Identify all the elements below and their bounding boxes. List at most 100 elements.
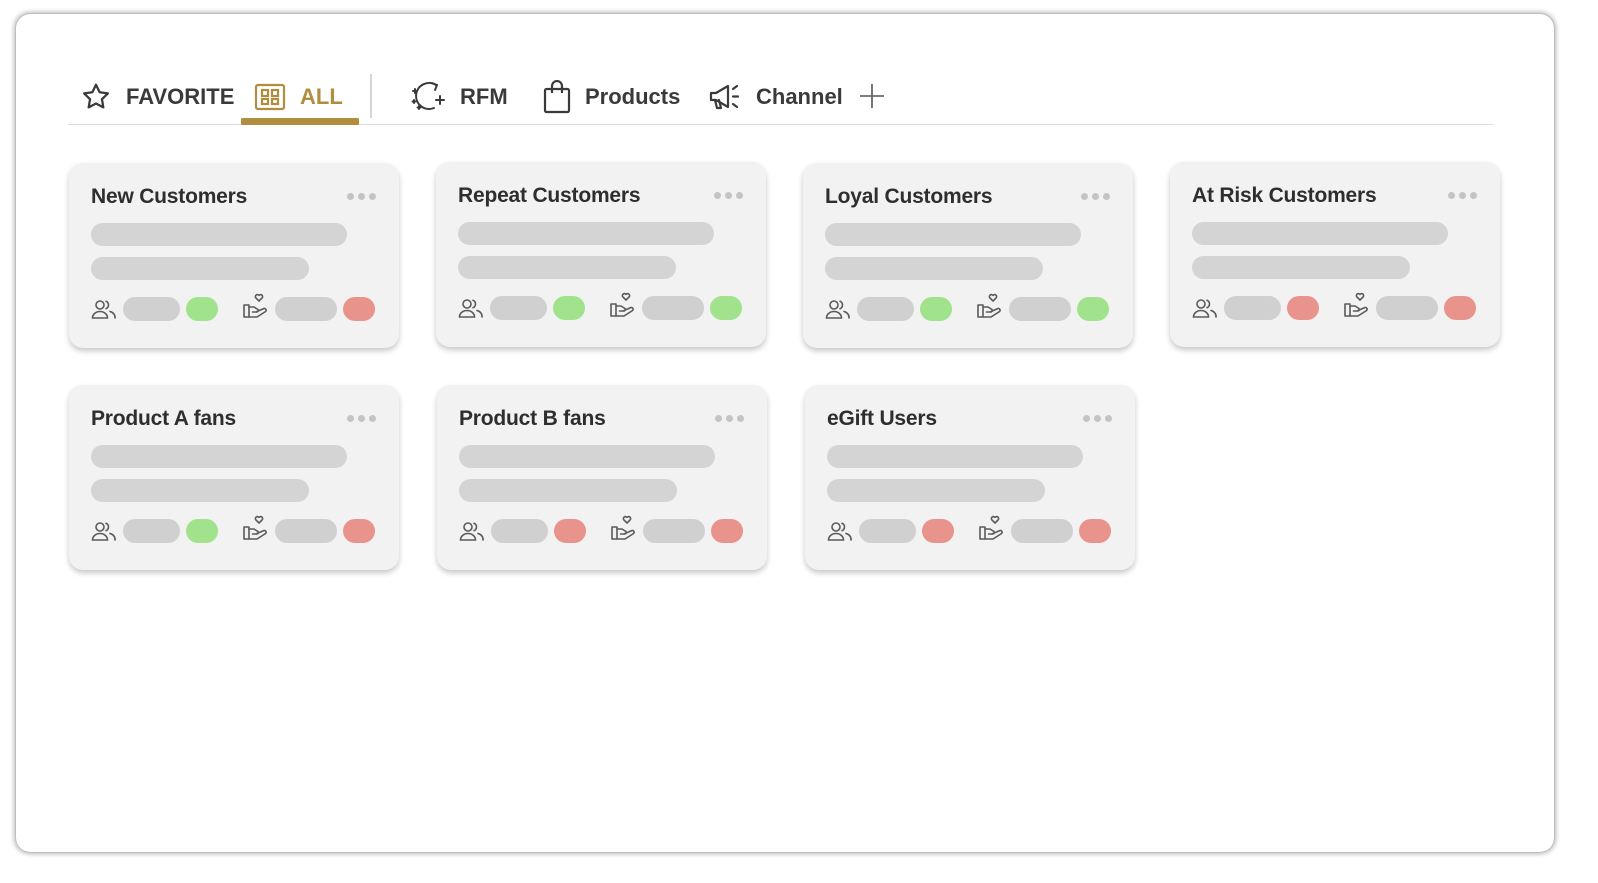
tab-label: FAVORITE: [126, 84, 235, 109]
status-indicator: [1287, 296, 1319, 320]
stat-value-placeholder: [1376, 296, 1438, 320]
status-indicator: [920, 297, 952, 321]
card-stats: [827, 515, 1117, 547]
stat-value-placeholder: [275, 519, 337, 543]
plus-icon: [858, 84, 886, 114]
card-stats: [91, 293, 381, 325]
card-stats: [825, 293, 1115, 325]
hand-heart-icon: [978, 514, 1006, 547]
card-stats: [1192, 292, 1482, 321]
skeleton-line: [458, 256, 676, 279]
sparkle-refresh-icon: [410, 80, 446, 114]
status-indicator: [554, 519, 586, 543]
skeleton-line: [825, 223, 1081, 246]
add-tab-button[interactable]: [858, 82, 886, 115]
star-icon: [80, 81, 112, 113]
stat-value-placeholder: [1224, 296, 1281, 320]
stat-value-placeholder: [1009, 297, 1071, 321]
segment-card[interactable]: New Customers: [69, 163, 399, 348]
card-title: Product A fans: [91, 407, 236, 430]
hand-heart-icon: [610, 514, 638, 547]
card-stats: [91, 515, 381, 547]
tab-label: Products: [585, 84, 681, 109]
segment-card[interactable]: Repeat Customers: [436, 162, 766, 347]
card-title: At Risk Customers: [1192, 184, 1377, 207]
hand-heart-icon: [242, 292, 270, 325]
skeleton-line: [1192, 222, 1448, 245]
skeleton-line: [458, 222, 714, 245]
skeleton-line: [91, 445, 347, 468]
more-options-icon[interactable]: [1081, 413, 1113, 423]
card-title: New Customers: [91, 185, 248, 208]
status-indicator: [343, 519, 375, 543]
card-title: Product B fans: [459, 407, 606, 430]
card-stats: [458, 292, 748, 324]
hand-heart-icon: [1343, 291, 1371, 324]
skeleton-line: [827, 445, 1083, 468]
segment-card[interactable]: Product A fans: [69, 385, 399, 570]
stat-value-placeholder: [857, 297, 914, 321]
status-indicator: [186, 297, 218, 321]
more-options-icon[interactable]: [712, 190, 744, 200]
people-icon: [827, 520, 853, 547]
grid-icon: [254, 83, 286, 111]
tab-divider: [370, 74, 372, 118]
more-options-icon[interactable]: [1079, 191, 1111, 201]
skeleton-line: [825, 257, 1043, 280]
more-options-icon[interactable]: [345, 191, 377, 201]
tab-label: RFM: [460, 84, 508, 109]
status-indicator: [343, 297, 375, 321]
card-title: Repeat Customers: [458, 184, 641, 207]
segment-card[interactable]: At Risk Customers: [1170, 162, 1500, 347]
skeleton-line: [459, 479, 677, 502]
status-indicator: [186, 519, 218, 543]
people-icon: [91, 298, 117, 325]
more-options-icon[interactable]: [713, 413, 745, 423]
skeleton-line: [827, 479, 1045, 502]
people-icon: [825, 298, 851, 325]
skeleton-line: [459, 445, 715, 468]
segment-card[interactable]: eGift Users: [805, 385, 1135, 570]
status-indicator: [1444, 296, 1476, 320]
people-icon: [458, 297, 484, 324]
status-indicator: [553, 296, 585, 320]
segment-tabs: FAVORITE ALL RFM Products Channel: [68, 72, 1494, 125]
status-indicator: [711, 519, 743, 543]
more-options-icon[interactable]: [1446, 190, 1478, 200]
megaphone-icon: [708, 82, 742, 112]
more-options-icon[interactable]: [345, 413, 377, 423]
stat-value-placeholder: [123, 519, 180, 543]
stat-value-placeholder: [491, 519, 548, 543]
hand-heart-icon: [609, 291, 637, 324]
stat-value-placeholder: [642, 296, 704, 320]
card-title: Loyal Customers: [825, 185, 993, 208]
status-indicator: [710, 296, 742, 320]
tab-products[interactable]: Products: [543, 72, 680, 122]
hand-heart-icon: [242, 514, 270, 547]
skeleton-line: [91, 479, 309, 502]
segment-card[interactable]: Product B fans: [437, 385, 767, 570]
active-tab-indicator: [241, 118, 359, 125]
status-indicator: [1077, 297, 1109, 321]
skeleton-line: [91, 223, 347, 246]
tab-label: Channel: [756, 84, 843, 109]
stat-value-placeholder: [643, 519, 705, 543]
stat-value-placeholder: [490, 296, 547, 320]
tab-all[interactable]: ALL: [254, 72, 343, 122]
segment-card[interactable]: Loyal Customers: [803, 163, 1133, 348]
people-icon: [91, 520, 117, 547]
tab-favorite[interactable]: FAVORITE: [80, 72, 234, 122]
people-icon: [459, 520, 485, 547]
skeleton-line: [1192, 256, 1410, 279]
stat-value-placeholder: [859, 519, 916, 543]
shopping-bag-icon: [543, 80, 571, 114]
tab-channel[interactable]: Channel: [708, 72, 843, 122]
stat-value-placeholder: [123, 297, 180, 321]
card-stats: [459, 515, 749, 547]
card-title: eGift Users: [827, 407, 937, 430]
status-indicator: [1079, 519, 1111, 543]
status-indicator: [922, 519, 954, 543]
skeleton-line: [91, 257, 309, 280]
tab-rfm[interactable]: RFM: [410, 72, 508, 122]
tab-label: ALL: [300, 84, 343, 109]
